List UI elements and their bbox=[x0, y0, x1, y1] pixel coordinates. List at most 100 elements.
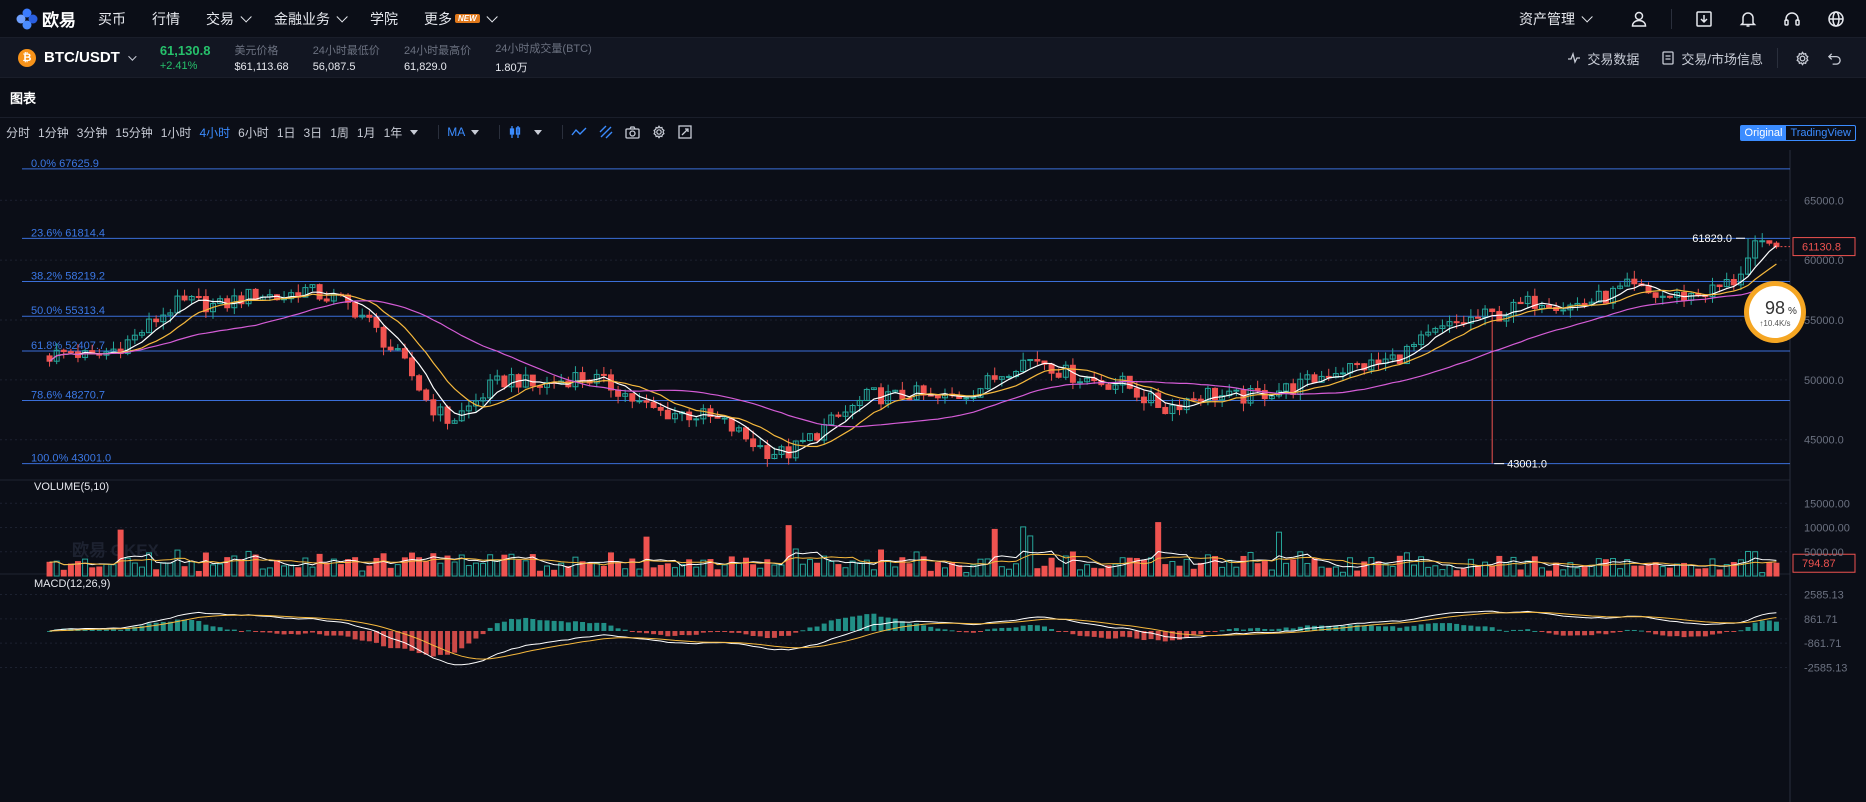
back-icon[interactable] bbox=[1822, 46, 1846, 70]
chart-settings-icon[interactable] bbox=[652, 125, 666, 139]
timeframe-8[interactable]: 3日 bbox=[304, 124, 323, 141]
indicator-line-icon[interactable] bbox=[571, 125, 587, 139]
macd-histogram-bar bbox=[594, 622, 600, 631]
nav-buy[interactable]: 买币 bbox=[98, 9, 126, 29]
macd-histogram-bar bbox=[352, 631, 358, 640]
pair-selector[interactable]: ₿ BTC/USDT bbox=[18, 48, 137, 67]
macd-histogram-bar bbox=[750, 631, 756, 636]
timeframe-4[interactable]: 1小时 bbox=[161, 124, 192, 141]
timeframe-5[interactable]: 4小时 bbox=[199, 124, 230, 141]
price-chart[interactable]: 欧易 OKEX 0.0% 67625.923.6% 61814.438.2% 5… bbox=[0, 150, 1866, 802]
nav-market-label: 行情 bbox=[152, 10, 180, 27]
nav-more-label: 更多 bbox=[424, 10, 452, 27]
volume-bar bbox=[60, 569, 67, 577]
volume-bar bbox=[409, 552, 415, 577]
timeframe-10[interactable]: 1月 bbox=[357, 124, 376, 141]
timeframe-2[interactable]: 3分钟 bbox=[77, 124, 108, 141]
macd-histogram-bar bbox=[1667, 631, 1673, 637]
macd-histogram-bar bbox=[231, 629, 237, 631]
macd-histogram-bar bbox=[793, 631, 799, 633]
candle-body bbox=[1453, 321, 1460, 324]
macd-histogram-bar bbox=[1759, 620, 1765, 631]
indicator-dropdown-icon[interactable] bbox=[471, 129, 480, 135]
candle-type-dropdown-icon[interactable] bbox=[534, 129, 543, 135]
nav-trade[interactable]: 交易 bbox=[206, 9, 252, 29]
macd-histogram-bar bbox=[1354, 624, 1360, 631]
volume-bar bbox=[1069, 551, 1076, 577]
timeframe-11[interactable]: 1年 bbox=[384, 124, 403, 141]
nav-market[interactable]: 行情 bbox=[152, 9, 180, 29]
candle-body bbox=[1354, 363, 1361, 366]
candle-type-icon[interactable] bbox=[508, 125, 522, 139]
macd-histogram-bar bbox=[103, 629, 109, 631]
timeframe-1[interactable]: 1分钟 bbox=[38, 124, 69, 141]
macd-histogram-bar bbox=[189, 619, 195, 631]
volume-bar bbox=[89, 567, 96, 577]
timeframe-9[interactable]: 1周 bbox=[330, 124, 349, 141]
macd-histogram-bar bbox=[182, 619, 188, 631]
camera-icon[interactable] bbox=[625, 125, 640, 139]
candle-body bbox=[1474, 316, 1481, 319]
headset-icon[interactable] bbox=[1780, 7, 1804, 31]
macd-histogram-bar bbox=[331, 631, 337, 636]
market-info-button[interactable]: 交易/市场信息 bbox=[1661, 49, 1763, 68]
view-original-button[interactable]: Original bbox=[1740, 126, 1787, 140]
bell-icon[interactable] bbox=[1736, 7, 1760, 31]
macd-histogram-bar bbox=[800, 630, 806, 632]
macd-histogram-bar bbox=[601, 622, 607, 631]
macd-histogram-bar bbox=[1226, 629, 1232, 631]
user-icon[interactable] bbox=[1627, 7, 1651, 31]
indicator-select[interactable]: MA bbox=[447, 125, 465, 139]
volume-bar bbox=[1396, 555, 1403, 577]
okx-logo[interactable]: 欧易 bbox=[16, 6, 76, 31]
macd-histogram-bar bbox=[1390, 626, 1396, 631]
macd-histogram-bar bbox=[224, 629, 230, 631]
volume-bar bbox=[1474, 565, 1481, 577]
nav-more[interactable]: 更多 NEW bbox=[424, 9, 498, 29]
fullscreen-icon[interactable] bbox=[678, 125, 692, 139]
macd-histogram-bar bbox=[672, 631, 678, 636]
volume-bar bbox=[743, 557, 749, 577]
divider bbox=[1777, 48, 1778, 68]
macd-histogram-bar bbox=[700, 631, 706, 633]
timeframe-dropdown-icon[interactable] bbox=[410, 129, 419, 135]
timeframe-6[interactable]: 6小时 bbox=[238, 124, 269, 141]
candle-body bbox=[650, 401, 657, 408]
divider bbox=[1671, 9, 1672, 29]
macd-histogram-bar bbox=[1653, 631, 1659, 635]
macd-histogram-bar bbox=[828, 620, 834, 631]
drawing-tool-icon[interactable] bbox=[599, 125, 613, 139]
divider bbox=[562, 125, 564, 139]
macd-histogram-bar bbox=[1532, 630, 1538, 632]
macd-histogram-bar bbox=[203, 624, 209, 631]
settings-icon[interactable] bbox=[1790, 46, 1814, 70]
candle-body bbox=[1581, 302, 1588, 305]
download-icon[interactable] bbox=[1692, 7, 1716, 31]
macd-histogram-bar bbox=[1397, 627, 1403, 631]
timeframe-7[interactable]: 1日 bbox=[277, 124, 296, 141]
globe-icon[interactable] bbox=[1824, 7, 1848, 31]
timeframe-3[interactable]: 15分钟 bbox=[115, 124, 152, 141]
macd-histogram-bar bbox=[1574, 631, 1580, 636]
macd-histogram-bar bbox=[310, 631, 315, 633]
macd-histogram-bar bbox=[1070, 631, 1076, 635]
volume-bar bbox=[643, 536, 650, 577]
macd-histogram-bar bbox=[658, 631, 664, 635]
trading-data-button[interactable]: 交易数据 bbox=[1567, 49, 1639, 68]
candle-body bbox=[195, 296, 202, 299]
view-tradingview-button[interactable]: TradingView bbox=[1786, 126, 1855, 140]
macd-histogram-bar bbox=[1738, 630, 1744, 632]
volume-bar bbox=[1197, 562, 1204, 577]
candle-body bbox=[323, 298, 330, 302]
chevron-down-icon bbox=[486, 10, 498, 23]
candle-body bbox=[387, 346, 394, 351]
asset-management-menu[interactable]: 资产管理 bbox=[1519, 9, 1593, 29]
volume-bar bbox=[615, 562, 622, 577]
candle-body bbox=[352, 301, 359, 318]
volume-bar bbox=[323, 562, 330, 577]
macd-histogram-bar bbox=[1098, 631, 1104, 638]
nav-academy[interactable]: 学院 bbox=[370, 9, 398, 29]
nav-finance[interactable]: 金融业务 bbox=[274, 9, 348, 29]
candle-body bbox=[835, 414, 842, 417]
timeframe-0[interactable]: 分时 bbox=[6, 124, 30, 141]
